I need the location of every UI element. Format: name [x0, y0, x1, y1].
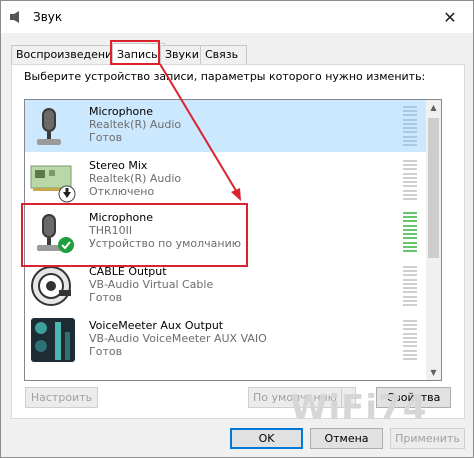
watermark-logo: WiFi74 [290, 388, 428, 428]
